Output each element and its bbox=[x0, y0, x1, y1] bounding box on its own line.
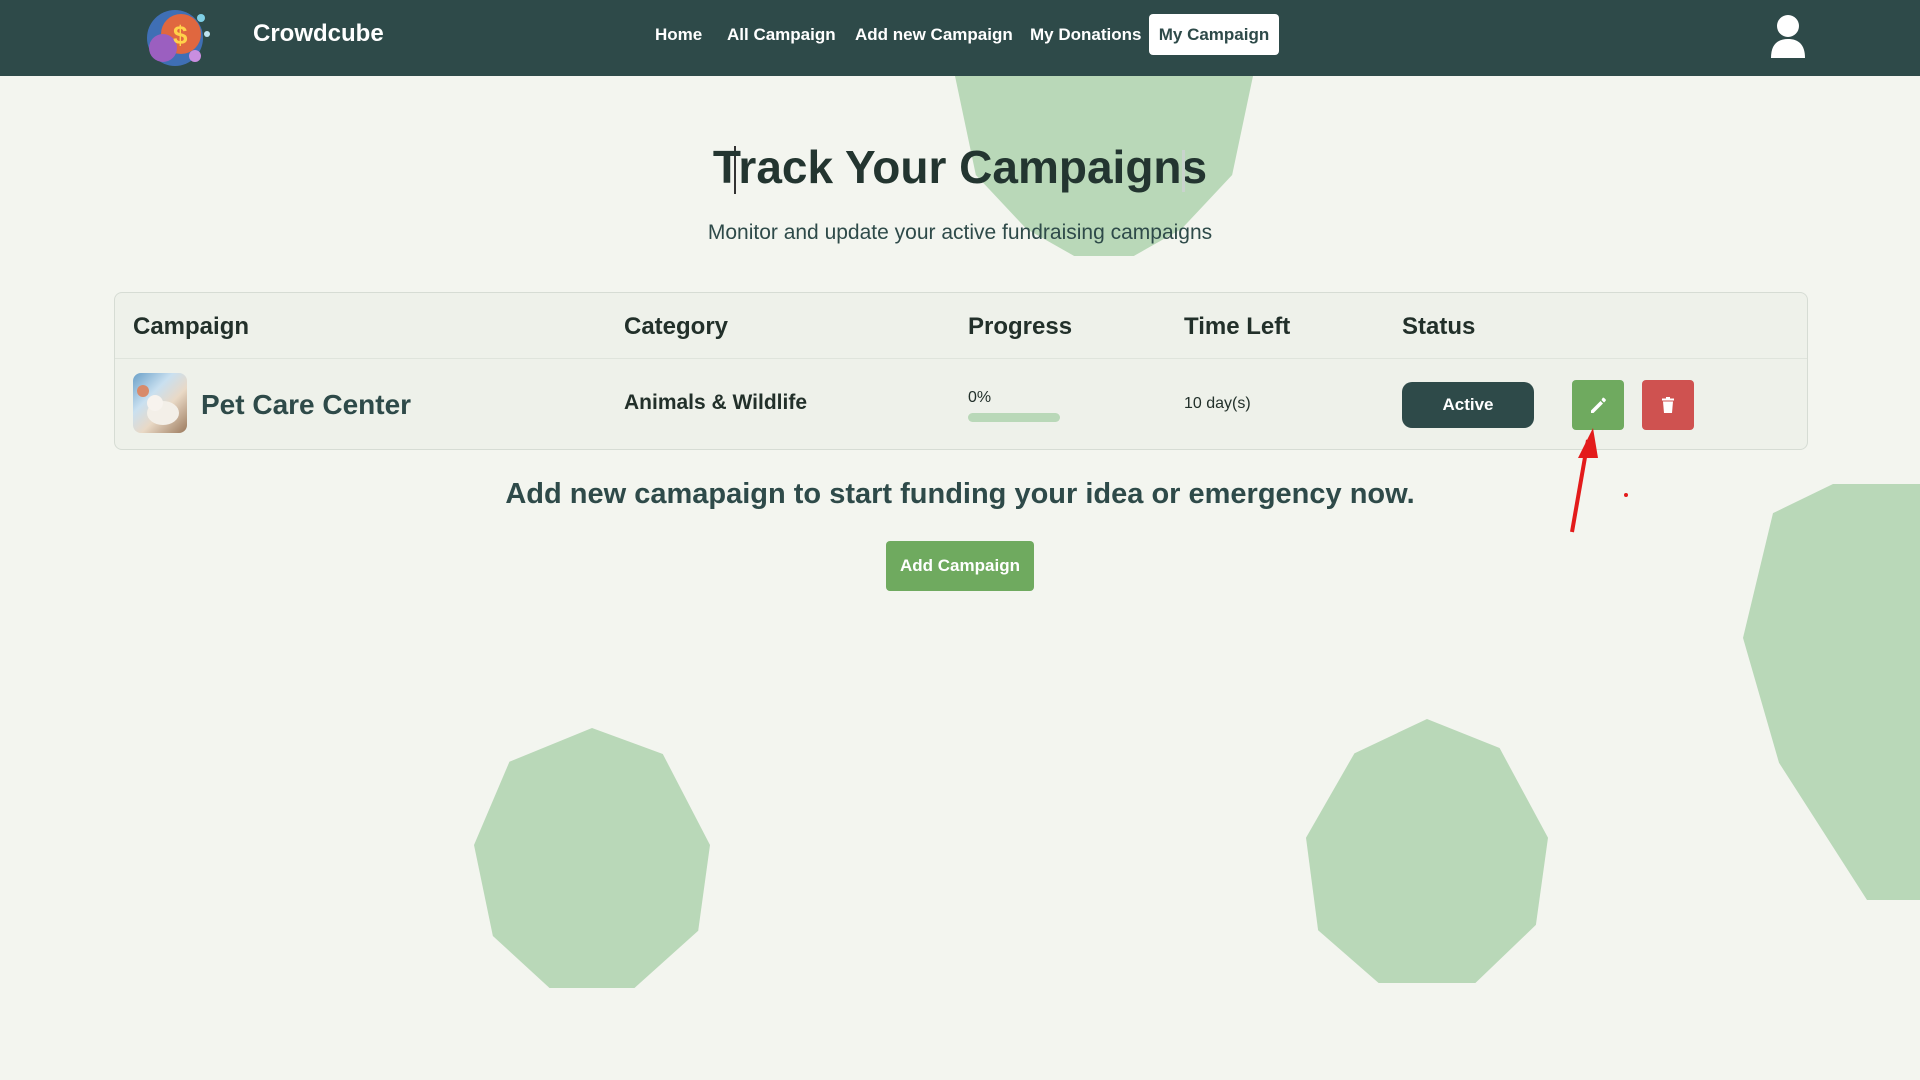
annotation-dot bbox=[1624, 493, 1628, 497]
status-badge: Active bbox=[1402, 382, 1534, 428]
nav-link-all-campaign[interactable]: All Campaign bbox=[727, 25, 836, 45]
decorative-polygon bbox=[1306, 719, 1548, 983]
campaign-category: Animals & Wildlife bbox=[624, 391, 808, 414]
navbar: $ Crowdcube Home All Campaign Add new Ca… bbox=[0, 0, 1920, 76]
time-left: 10 day(s) bbox=[1184, 395, 1251, 412]
nav-link-add-new-campaign[interactable]: Add new Campaign bbox=[855, 25, 1013, 45]
brand-name[interactable]: Crowdcube bbox=[253, 20, 384, 48]
table-header: Campaign Category Progress Time Left Sta… bbox=[115, 293, 1807, 359]
page-subtitle: Monitor and update your active fundraisi… bbox=[707, 221, 1213, 244]
column-header-progress: Progress bbox=[968, 313, 1073, 340]
crowdfunding-logo-icon[interactable]: $ bbox=[135, 4, 219, 70]
trash-icon bbox=[1662, 397, 1674, 413]
progress-bar bbox=[968, 413, 1060, 422]
user-icon[interactable] bbox=[1770, 14, 1806, 58]
decorative-polygon bbox=[1743, 484, 1920, 900]
page-title: Track Your Campaigns bbox=[712, 141, 1208, 193]
nav-link-my-campaign[interactable]: My Campaign bbox=[1149, 14, 1279, 55]
nav-link-my-donations[interactable]: My Donations bbox=[1030, 25, 1141, 45]
typing-caret bbox=[1182, 150, 1185, 192]
decorative-polygon bbox=[474, 728, 710, 988]
campaign-thumbnail bbox=[133, 373, 187, 433]
annotation-arrow-icon bbox=[1570, 428, 1598, 533]
column-header-time-left: Time Left bbox=[1184, 313, 1291, 340]
svg-text:$: $ bbox=[173, 20, 188, 50]
delete-campaign-button[interactable] bbox=[1642, 380, 1694, 430]
progress-percent: 0% bbox=[968, 389, 992, 406]
table-row: Pet Care Center Animals & Wildlife 0% 10… bbox=[115, 359, 1807, 449]
nav-link-home[interactable]: Home bbox=[655, 25, 702, 45]
campaign-name[interactable]: Pet Care Center bbox=[201, 389, 411, 421]
add-campaign-button[interactable]: Add Campaign bbox=[886, 541, 1034, 591]
pencil-icon bbox=[1591, 397, 1606, 413]
campaigns-table: Campaign Category Progress Time Left Sta… bbox=[114, 292, 1808, 450]
column-header-category: Category bbox=[624, 313, 729, 340]
column-header-status: Status bbox=[1402, 313, 1476, 340]
column-header-campaign: Campaign bbox=[133, 313, 250, 340]
